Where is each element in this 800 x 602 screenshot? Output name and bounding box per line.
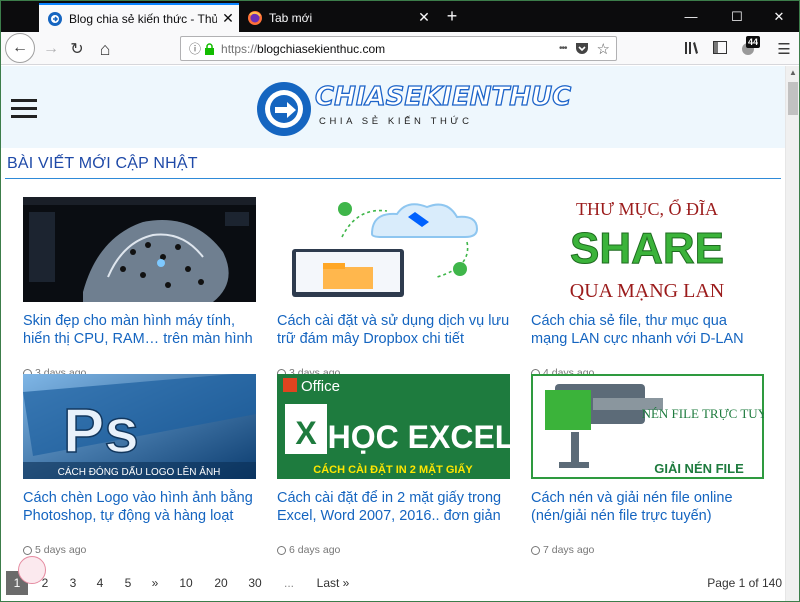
thumb-caption: QUA MẠNG LAN bbox=[570, 280, 724, 302]
thumb-caption: CÁCH CÀI ĐẶT IN 2 MẶT GIẤY bbox=[313, 463, 473, 476]
thumb-ps-logo: Ps bbox=[63, 397, 139, 466]
bookmark-star-icon[interactable]: ☆ bbox=[597, 40, 610, 58]
post-thumbnail[interactable]: Office X HỌC EXCEL CÁCH CÀI ĐẶT IN 2 MẶT… bbox=[277, 374, 510, 479]
post-thumbnail[interactable]: Ps CÁCH ĐÓNG DẤU LOGO LÊN ẢNH bbox=[23, 374, 256, 479]
floating-action-icon[interactable] bbox=[18, 556, 46, 584]
section-title: BÀI VIẾT MỚI CẬP NHẬT bbox=[7, 155, 198, 172]
tab-new[interactable]: Tab mới ✕ bbox=[239, 3, 435, 32]
svg-text:X: X bbox=[295, 415, 317, 451]
last-page-link[interactable]: Last » bbox=[310, 571, 356, 595]
page-link[interactable]: 4 bbox=[89, 571, 111, 595]
post-card[interactable]: THƯ MỤC, Ổ ĐĨA SHARE QUA MẠNG LAN Cách c… bbox=[531, 197, 764, 379]
library-icon[interactable] bbox=[684, 41, 699, 55]
page-link[interactable]: 20 bbox=[210, 571, 232, 595]
menu-button[interactable]: ☰ bbox=[770, 35, 798, 63]
home-button[interactable]: ⌂ bbox=[91, 35, 119, 63]
site-logo[interactable]: CHIASEKIENTHUC CHIA SẺ KIẾN THỨC bbox=[255, 80, 572, 140]
sidebar-icon[interactable] bbox=[713, 41, 727, 54]
page-link[interactable]: 30 bbox=[244, 571, 266, 595]
navigation-toolbar: ← → ↻ ⌂ ⓘ https://blogchiasekienthuc.com… bbox=[1, 32, 799, 65]
pagination-ellipsis: ... bbox=[283, 576, 294, 590]
tab-title: Tab mới bbox=[269, 10, 313, 25]
page-link[interactable]: 3 bbox=[62, 571, 84, 595]
url-text[interactable]: https://blogchiasekienthuc.com bbox=[221, 42, 556, 56]
minimize-button[interactable]: — bbox=[671, 1, 711, 32]
post-thumbnail[interactable] bbox=[277, 197, 510, 302]
site-logo-icon bbox=[48, 11, 62, 26]
page-content: CHIASEKIENTHUC CHIA SẺ KIẾN THỨC BÀI VIẾ… bbox=[1, 66, 785, 601]
thumb-office-word: Office bbox=[301, 378, 340, 395]
address-bar[interactable]: ⓘ https://blogchiasekienthuc.com ••• ☆ bbox=[180, 36, 617, 61]
info-icon[interactable]: ⓘ bbox=[189, 40, 201, 57]
thumb-caption: GIẢI NÉN FILE bbox=[654, 461, 744, 476]
page-link[interactable]: 5 bbox=[117, 571, 139, 595]
scroll-up-arrow-icon[interactable]: ▲ bbox=[789, 68, 797, 77]
addon-badge: 44 bbox=[746, 36, 761, 48]
page-link[interactable]: 10 bbox=[175, 571, 197, 595]
post-card[interactable]: Office X HỌC EXCEL CÁCH CÀI ĐẶT IN 2 MẶT… bbox=[277, 374, 510, 556]
next-page-link[interactable]: » bbox=[144, 571, 166, 595]
clock-icon bbox=[23, 545, 32, 555]
post-thumbnail[interactable]: NÉN FILE TRỰC TUYẾN GIẢI NÉN FILE bbox=[531, 374, 764, 479]
clock-icon bbox=[531, 545, 540, 555]
forward-button[interactable]: → bbox=[37, 35, 65, 63]
back-button[interactable]: ← bbox=[5, 33, 35, 63]
section-divider bbox=[5, 178, 781, 179]
logo-text: CHIASEKIENTHUC bbox=[314, 81, 572, 112]
post-thumbnail[interactable]: THƯ MỤC, Ổ ĐĨA SHARE QUA MẠNG LAN bbox=[531, 197, 764, 302]
browser-window: Blog chia sẻ kiến thức - Thủ thuật ✕ Tab… bbox=[0, 0, 800, 602]
pocket-icon[interactable] bbox=[575, 42, 589, 55]
reload-button[interactable]: ↻ bbox=[63, 35, 91, 63]
post-title-link[interactable]: Cách cài đặt để in 2 mặt giấy trong Exce… bbox=[277, 489, 510, 543]
page-count: Page 1 of 140 bbox=[707, 576, 782, 590]
post-thumbnail[interactable] bbox=[23, 197, 256, 302]
tab-title: Blog chia sẻ kiến thức - Thủ thuật bbox=[69, 11, 217, 26]
thumb-share-word: SHARE bbox=[570, 224, 724, 273]
thumb-heading: NÉN FILE TRỰC TUYẾN bbox=[642, 406, 764, 421]
thumb-heading: HỌC EXCEL bbox=[328, 419, 510, 455]
lock-icon[interactable] bbox=[204, 42, 215, 55]
tab-close-icon[interactable]: ✕ bbox=[217, 10, 239, 27]
site-header: CHIASEKIENTHUC CHIA SẺ KIẾN THỨC bbox=[1, 66, 785, 148]
thumb-heading: THƯ MỤC, Ổ ĐĨA bbox=[576, 198, 718, 219]
tab-close-icon[interactable]: ✕ bbox=[413, 9, 435, 26]
new-tab-button[interactable]: + bbox=[441, 5, 463, 29]
post-date: 7 days ago bbox=[531, 544, 764, 556]
post-card[interactable]: Ps CÁCH ĐÓNG DẤU LOGO LÊN ẢNH Cách chèn … bbox=[23, 374, 256, 556]
thumb-caption: CÁCH ĐÓNG DẤU LOGO LÊN ẢNH bbox=[58, 465, 221, 478]
post-date: 5 days ago bbox=[23, 544, 256, 556]
scrollbar-thumb[interactable] bbox=[788, 82, 798, 115]
post-title-link[interactable]: Cách chèn Logo vào hình ảnh bằng Photosh… bbox=[23, 489, 256, 543]
tab-blog[interactable]: Blog chia sẻ kiến thức - Thủ thuật ✕ bbox=[39, 3, 239, 32]
hamburger-menu-icon[interactable] bbox=[11, 99, 37, 119]
close-window-button[interactable]: ✕ bbox=[759, 1, 799, 32]
post-title-link[interactable]: Cách nén và giải nén file online (nén/gi… bbox=[531, 489, 764, 543]
logo-emblem-icon bbox=[257, 82, 311, 136]
firefox-icon bbox=[248, 10, 262, 25]
logo-tagline: CHIA SẺ KIẾN THỨC bbox=[319, 116, 473, 127]
post-card[interactable]: Cách cài đặt và sử dụng dịch vụ lưu trữ … bbox=[277, 197, 510, 379]
page-scrollbar[interactable]: ▲ bbox=[785, 66, 799, 601]
post-card[interactable]: NÉN FILE TRỰC TUYẾN GIẢI NÉN FILE Cách n… bbox=[531, 374, 764, 556]
post-date: 6 days ago bbox=[277, 544, 510, 556]
maximize-button[interactable]: ☐ bbox=[717, 1, 757, 32]
post-card[interactable]: Skin đẹp cho màn hình máy tính, hiển thị… bbox=[23, 197, 256, 379]
clock-icon bbox=[277, 545, 286, 555]
post-title-link[interactable]: Skin đẹp cho màn hình máy tính, hiển thị… bbox=[23, 312, 256, 366]
tab-strip: Blog chia sẻ kiến thức - Thủ thuật ✕ Tab… bbox=[1, 1, 799, 32]
post-title-link[interactable]: Cách cài đặt và sử dụng dịch vụ lưu trữ … bbox=[277, 312, 510, 366]
page-actions-icon[interactable]: ••• bbox=[559, 43, 567, 54]
post-title-link[interactable]: Cách chia sẻ file, thư mục qua mạng LAN … bbox=[531, 312, 764, 366]
pagination: 1 2 3 4 5 » 10 20 30 ... Last » Page 1 o… bbox=[1, 569, 785, 597]
